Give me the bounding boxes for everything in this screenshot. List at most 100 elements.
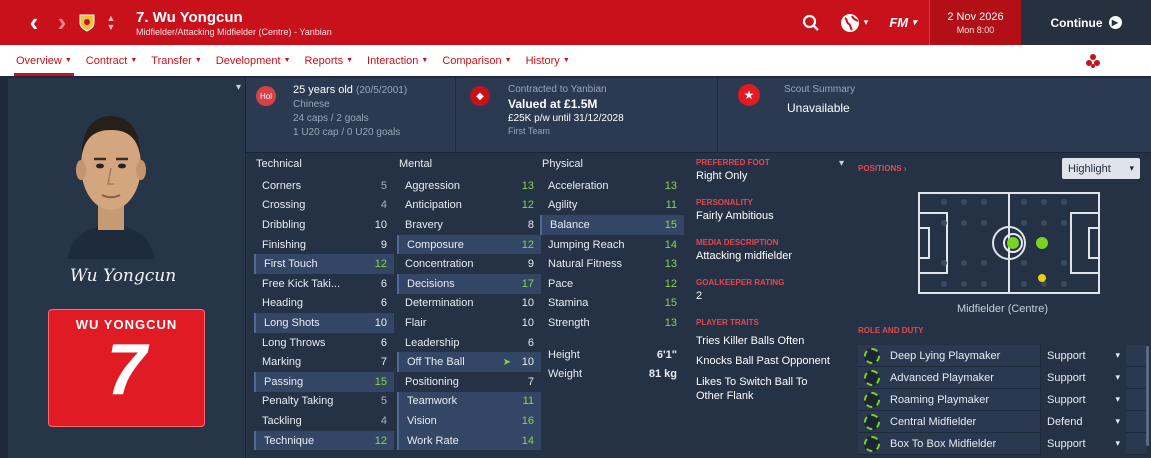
attribute-name: Long Throws	[262, 336, 326, 349]
attribute-row[interactable]: Balance 15	[540, 215, 684, 235]
attribute-row[interactable]: Strength 13	[540, 313, 684, 333]
forward-arrow-icon[interactable]: ›	[50, 0, 74, 45]
natural-position-marker[interactable]	[1007, 237, 1019, 249]
attribute-row[interactable]: Tackling 4	[254, 411, 394, 431]
attribute-row[interactable]: First Touch 12	[254, 254, 394, 274]
club-crest-icon[interactable]	[74, 14, 100, 32]
tab-label: Transfer	[151, 54, 192, 67]
attribute-row[interactable]: Off The Ball ➤ 10	[397, 352, 541, 372]
attribute-row[interactable]: Passing 15	[254, 371, 394, 392]
attribute-row[interactable]: Acceleration 13	[540, 176, 684, 196]
attribute-row[interactable]: Crossing 4	[254, 196, 394, 216]
player-switcher-icon[interactable]: ▲ ▼	[100, 13, 122, 32]
attribute-row[interactable]: Corners 5	[254, 176, 394, 196]
attribute-row[interactable]: Teamwork 11	[397, 391, 541, 412]
attribute-value: 6	[380, 336, 387, 349]
details-chevron-icon[interactable]: ▾	[839, 158, 844, 169]
attribute-name: Vision	[407, 414, 437, 427]
chevron-down-icon: ▾	[1115, 372, 1120, 382]
trait-item: Knocks Ball Past Opponent	[696, 355, 830, 367]
tab-reports[interactable]: Reports ▼	[298, 45, 360, 76]
positions-title[interactable]: POSITIONS ›	[858, 164, 906, 173]
attribute-row[interactable]: Technique 12	[254, 430, 394, 451]
attribute-row[interactable]: Penalty Taking 5	[254, 392, 394, 412]
attribute-name: Work Rate	[407, 434, 459, 447]
attribute-row[interactable]: Long Throws 6	[254, 333, 394, 353]
height-label: Height	[548, 348, 580, 361]
attribute-value: 12	[374, 434, 387, 447]
chevron-down-icon: ▼	[562, 57, 570, 64]
attribute-name: Crossing	[262, 199, 306, 212]
attribute-row[interactable]: Composure 12	[397, 234, 541, 255]
age: 25 years old	[293, 84, 353, 96]
attribute-row[interactable]: Natural Fitness 13	[540, 254, 684, 274]
tab-transfer[interactable]: Transfer ▼	[144, 45, 208, 76]
duty-dropdown[interactable]: Defend ▾	[1040, 410, 1126, 433]
attribute-row[interactable]: Marking 7	[254, 352, 394, 372]
attribute-row[interactable]: Agility 11	[540, 196, 684, 216]
role-row[interactable]: Box To Box Midfielder Support ▾	[858, 432, 1146, 455]
attribute-row[interactable]: Anticipation 12	[397, 196, 541, 216]
attribute-row[interactable]: Pace 12	[540, 274, 684, 294]
world-icon[interactable]: ▾	[831, 0, 877, 45]
scrollbar[interactable]	[1146, 346, 1149, 446]
duty-dropdown[interactable]: Support ▾	[1040, 366, 1126, 389]
collapse-chevron-icon[interactable]: ▾	[236, 82, 241, 93]
attribute-row[interactable]: Leadership 6	[397, 333, 541, 353]
tab-comparison[interactable]: Comparison ▼	[435, 45, 518, 76]
highlight-dropdown[interactable]: Highlight ▾	[1062, 158, 1140, 179]
current-date: 2 Nov 2026	[947, 10, 1004, 23]
duty-dropdown[interactable]: Support ▾	[1040, 432, 1126, 455]
height-value: 6'1"	[656, 348, 677, 361]
attribute-name: Anticipation	[405, 199, 462, 212]
attribute-row[interactable]: Long Shots 10	[254, 313, 394, 333]
attribute-row[interactable]: Concentration 9	[397, 254, 541, 274]
fm-menu-button[interactable]: FM ▾	[877, 0, 929, 45]
attribute-value: 10	[374, 316, 387, 329]
search-icon[interactable]	[791, 0, 831, 45]
natural-position-marker[interactable]	[1036, 237, 1048, 249]
attribute-row[interactable]: Work Rate 14	[397, 430, 541, 451]
attribute-row[interactable]: Decisions 17	[397, 273, 541, 294]
back-arrow-icon[interactable]: ‹	[18, 0, 50, 45]
club-icon[interactable]	[1085, 53, 1101, 72]
attribute-row[interactable]: Dribbling 10	[254, 215, 394, 235]
role-row[interactable]: Advanced Playmaker Support ▾	[858, 366, 1146, 389]
club-crest-icon[interactable]: ◆	[470, 86, 490, 106]
tab-interaction[interactable]: Interaction ▼	[360, 45, 435, 76]
attribute-row[interactable]: Flair 10	[397, 313, 541, 333]
tab-contract[interactable]: Contract ▼	[79, 45, 145, 76]
attribute-row[interactable]: Free Kick Taki... 6	[254, 274, 394, 294]
attribute-row[interactable]: Aggression 13	[397, 176, 541, 196]
competent-position-marker[interactable]	[1038, 274, 1046, 282]
attribute-name: Positioning	[405, 375, 459, 388]
attribute-row[interactable]: Positioning 7	[397, 372, 541, 392]
attribute-row[interactable]: Finishing 9	[254, 235, 394, 255]
attribute-row[interactable]: Heading 6	[254, 294, 394, 314]
attribute-row[interactable]: Bravery 8	[397, 215, 541, 235]
chevron-down-icon: ▼	[64, 57, 72, 64]
attribute-row[interactable]: Stamina 15	[540, 294, 684, 314]
tab-overview[interactable]: Overview ▼	[9, 45, 79, 76]
attribute-value: 12	[664, 277, 677, 290]
tab-development[interactable]: Development ▼	[209, 45, 298, 76]
duty-dropdown[interactable]: Support ▾	[1040, 388, 1126, 411]
nationality-badge[interactable]: Hol	[256, 86, 276, 106]
attribute-value: 10	[521, 356, 534, 369]
chevron-down-icon: ▼	[346, 57, 354, 64]
role-row[interactable]: Central Midfielder Defend ▾	[858, 410, 1146, 433]
contract-info: ◆ Contracted to Yanbian Valued at £1.5M …	[456, 78, 718, 153]
continue-label: Continue	[1050, 15, 1103, 30]
tab-history[interactable]: History ▼	[519, 45, 577, 76]
weight-label: Weight	[548, 368, 583, 381]
attribute-row[interactable]: Determination 10	[397, 294, 541, 314]
duty-dropdown[interactable]: Support ▾	[1040, 344, 1126, 367]
mental-title: Mental	[399, 158, 433, 170]
date-display[interactable]: 2 Nov 2026 Mon 8:00	[929, 0, 1021, 45]
role-row[interactable]: Deep Lying Playmaker Support ▾	[858, 344, 1146, 367]
attribute-row[interactable]: Jumping Reach 14	[540, 235, 684, 255]
continue-button[interactable]: Continue ▶	[1021, 0, 1151, 45]
role-row[interactable]: Roaming Playmaker Support ▾	[858, 388, 1146, 411]
role-name: Deep Lying Playmaker	[890, 349, 1001, 362]
attribute-row[interactable]: Vision 16	[397, 411, 541, 431]
